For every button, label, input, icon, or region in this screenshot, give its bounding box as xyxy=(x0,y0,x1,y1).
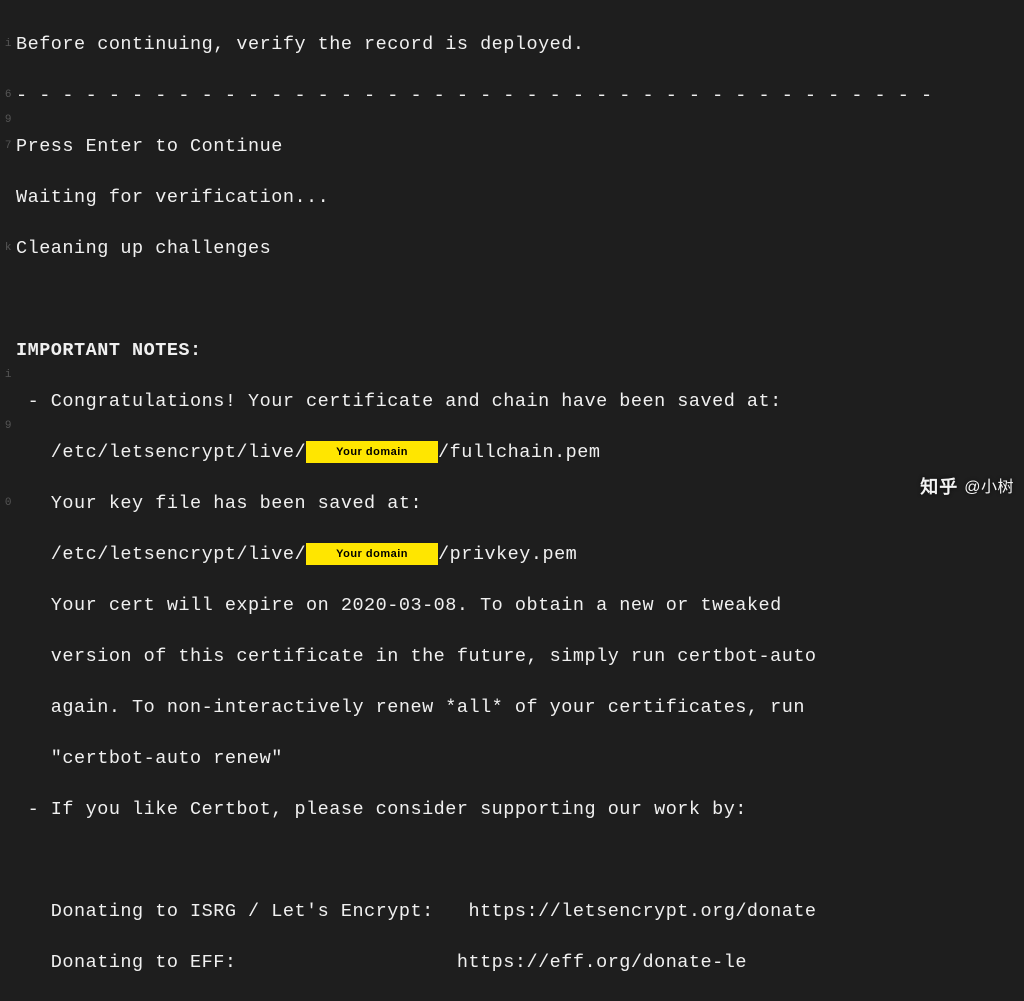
line-waiting: Waiting for verification... xyxy=(16,185,1016,211)
redaction-domain-1: Your domain xyxy=(306,441,438,463)
line-cleaning: Cleaning up challenges xyxy=(16,236,1016,262)
line-number-gutter: i 6 9 7 k i 9 0 xyxy=(0,0,12,520)
watermark: 知乎 @小树 xyxy=(920,475,1014,500)
line-donate-isrg: Donating to ISRG / Let's Encrypt: https:… xyxy=(16,899,1016,925)
line-expire-4: "certbot-auto renew" xyxy=(16,746,1016,772)
heading-important-notes: IMPORTANT NOTES: xyxy=(16,338,1016,364)
line-expire-1: Your cert will expire on 2020-03-08. To … xyxy=(16,593,1016,619)
line-key-saved: Your key file has been saved at: xyxy=(16,491,1016,517)
terminal-output: Before continuing, verify the record is … xyxy=(16,6,1016,1001)
zhihu-logo-icon: 知乎 xyxy=(920,475,958,500)
line-expire-2: version of this certificate in the futur… xyxy=(16,644,1016,670)
blank-line-2 xyxy=(16,848,1016,874)
watermark-handle: @小树 xyxy=(964,477,1014,499)
line-separator-dashes: - - - - - - - - - - - - - - - - - - - - … xyxy=(16,83,1016,109)
line-expire-3: again. To non-interactively renew *all* … xyxy=(16,695,1016,721)
blank-line xyxy=(16,287,1016,313)
line-donate-eff: Donating to EFF: https://eff.org/donate-… xyxy=(16,950,1016,976)
line-like-certbot: - If you like Certbot, please consider s… xyxy=(16,797,1016,823)
line-press-enter[interactable]: Press Enter to Continue xyxy=(16,134,1016,160)
redaction-domain-2: Your domain xyxy=(306,543,438,565)
line-privkey-path: /etc/letsencrypt/live/Your domain/privke… xyxy=(16,542,1016,568)
line-congrats: - Congratulations! Your certificate and … xyxy=(16,389,1016,415)
line-fullchain-path: /etc/letsencrypt/live/Your domain/fullch… xyxy=(16,440,1016,466)
line-verify-record: Before continuing, verify the record is … xyxy=(16,32,1016,58)
